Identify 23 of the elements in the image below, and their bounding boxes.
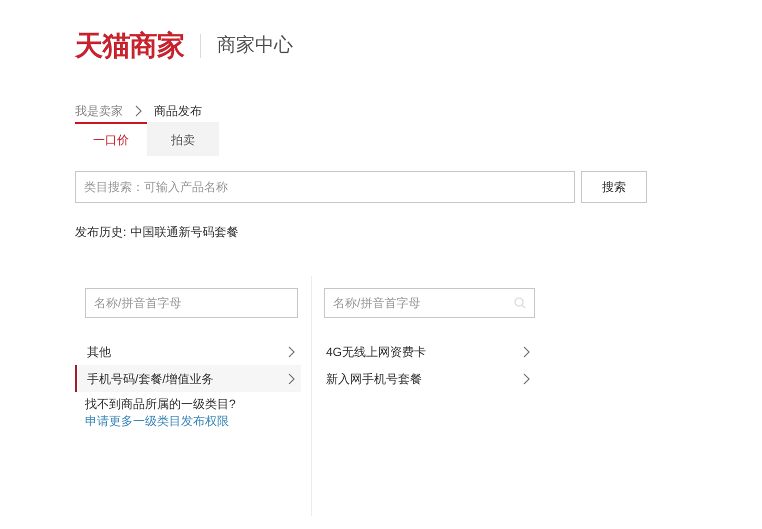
search-icon: [514, 297, 526, 309]
chevron-right-icon: [523, 372, 530, 384]
category-item[interactable]: 新入网手机号套餐: [324, 365, 536, 392]
page-subtitle: 商家中心: [217, 34, 294, 58]
search-button[interactable]: 搜索: [581, 171, 647, 203]
filter-field[interactable]: 名称/拼音首字母: [324, 288, 535, 318]
chevron-right-icon: [288, 372, 295, 384]
chevron-right-icon: [135, 105, 142, 117]
breadcrumb-item[interactable]: 我是卖家: [75, 102, 123, 120]
chevron-right-icon: [523, 346, 530, 358]
history-label: 发布历史:: [75, 224, 126, 241]
help-text: 找不到商品所属的一级类目? 申请更多一级类目发布权限: [84, 396, 237, 430]
breadcrumb-item: 商品发布: [154, 103, 202, 120]
category-search-field[interactable]: 类目搜索：可输入产品名称: [75, 171, 575, 203]
category-item[interactable]: 手机号码/套餐/增值业务: [75, 365, 301, 392]
logo: 天猫商家: [75, 29, 184, 63]
request-link[interactable]: 申请更多一级类目发布权限: [85, 414, 229, 428]
category-item[interactable]: 4G无线上网资费卡: [324, 338, 536, 365]
tab[interactable]: 拍卖: [147, 122, 219, 156]
chevron-right-icon: [288, 346, 295, 358]
history-item[interactable]: 中国联通新号码套餐: [130, 223, 238, 241]
category-item[interactable]: 其他: [75, 338, 301, 365]
filter-field[interactable]: 名称/拼音首字母: [85, 288, 298, 318]
